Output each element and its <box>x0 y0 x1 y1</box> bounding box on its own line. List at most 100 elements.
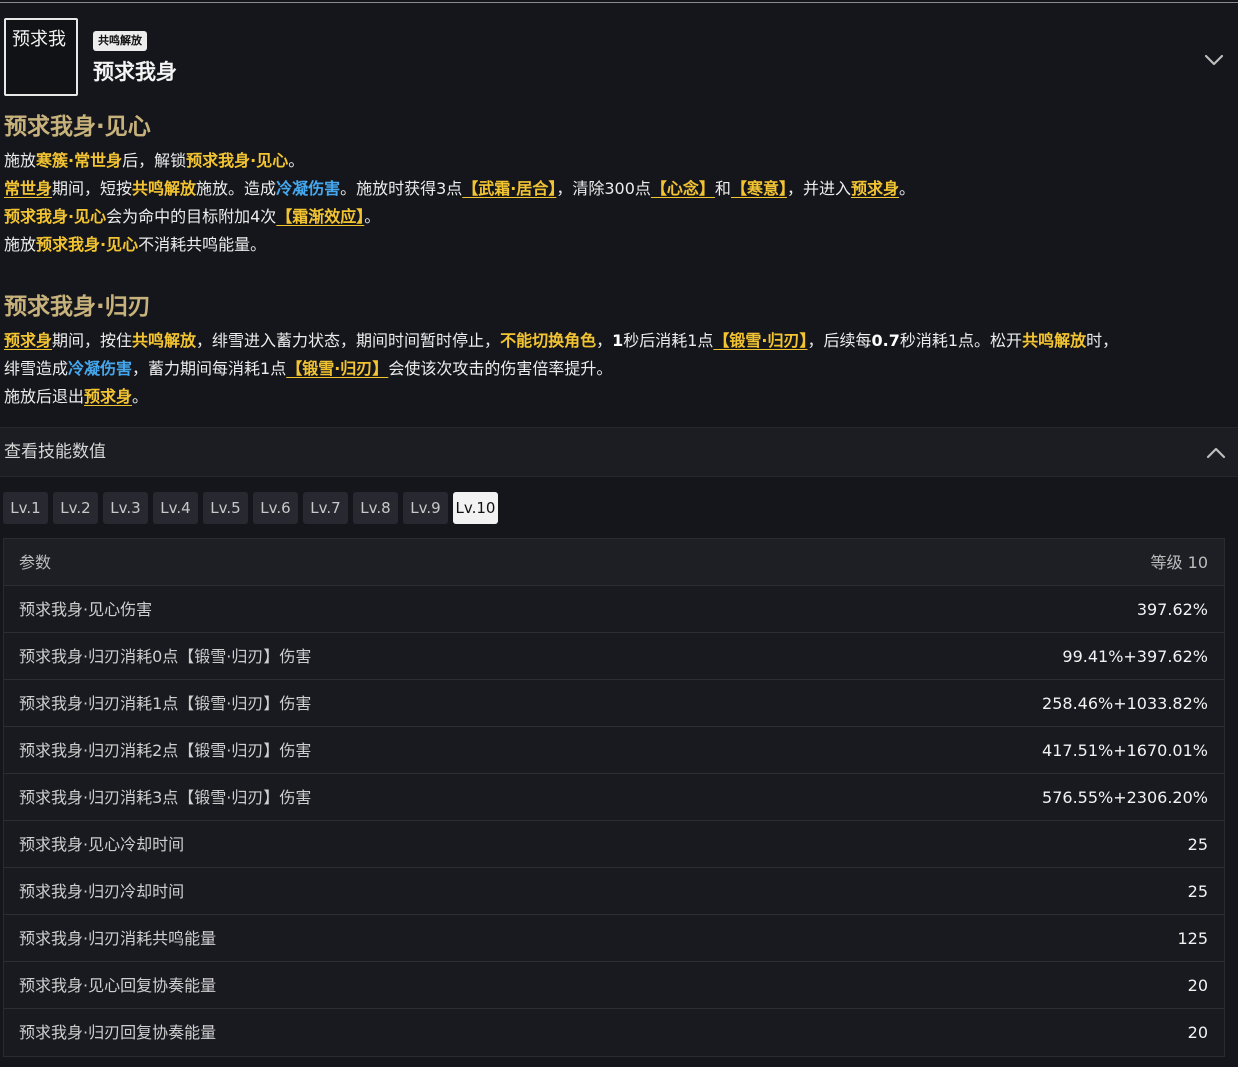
row-name: 预求我身·归刃消耗3点【锻雪·归刃】伤害 <box>19 788 312 807</box>
desc-text: 施放。造成 <box>196 179 277 198</box>
desc-text: 。 <box>364 207 381 226</box>
table-row: 预求我身·见心回复协奏能量 20 <box>4 962 1224 1009</box>
keyword-link[interactable]: 【锻雪·归刃】 <box>713 331 807 350</box>
keyword-link[interactable]: 【心念】 <box>651 179 715 198</box>
highlight-text: 预求我身·见心 <box>186 151 289 170</box>
highlight-text: 冷凝伤害 <box>276 179 341 198</box>
level-tab[interactable]: Lv.3 <box>103 492 148 524</box>
level-tab[interactable]: Lv.4 <box>153 492 198 524</box>
table-row: 预求我身·归刃消耗共鸣能量 125 <box>4 915 1224 962</box>
highlight-text: 共鸣解放 <box>1022 331 1087 350</box>
row-name: 预求我身·见心回复协奏能量 <box>19 976 217 995</box>
keyword-link[interactable]: 预求身 <box>851 179 899 198</box>
row-value: 20 <box>1187 1023 1208 1042</box>
level-tab[interactable]: Lv.7 <box>303 492 348 524</box>
highlight-text: 不能切换角色 <box>500 331 597 350</box>
desc-text: ，绯雪进入蓄力状态，期间时间暂时停止， <box>196 331 501 350</box>
row-name: 预求我身·归刃冷却时间 <box>19 882 185 901</box>
desc-text: 施放 <box>4 151 37 170</box>
level-tab[interactable]: Lv.2 <box>53 492 98 524</box>
skill-icon-image: 预求我 <box>4 18 78 96</box>
row-name: 预求我身·见心冷却时间 <box>19 835 185 854</box>
row-value: 20 <box>1187 976 1208 995</box>
row-value: 125 <box>1177 929 1208 948</box>
keyword-link[interactable]: 常世身 <box>4 179 52 198</box>
desc-text: ，蓄力期间每消耗1点 <box>132 359 287 378</box>
param-header: 参数 <box>19 553 52 572</box>
desc-text: 会使该次攻击的伤害倍率提升。 <box>388 359 613 378</box>
highlight-text: 寒簇·常世身 <box>36 151 123 170</box>
desc-text: ，并进入 <box>786 179 851 198</box>
skill-values-table: 参数 等级 10 预求我身·见心伤害 397.62% 预求我身·归刃消耗0点【锻… <box>3 538 1225 1057</box>
row-value: 397.62% <box>1136 600 1208 619</box>
desc-text: ，清除300点 <box>556 179 651 198</box>
desc-text: 和 <box>714 179 731 198</box>
level-tab[interactable]: Lv.8 <box>353 492 398 524</box>
level-tab[interactable]: Lv.1 <box>3 492 48 524</box>
keyword-link[interactable]: 【霜渐效应】 <box>276 207 364 226</box>
keyword-link[interactable]: 预求身 <box>4 331 52 350</box>
table-row: 预求我身·归刃消耗1点【锻雪·归刃】伤害 258.46%+1033.82% <box>4 680 1224 727</box>
row-name: 预求我身·归刃回复协奏能量 <box>19 1023 217 1042</box>
row-name: 预求我身·归刃消耗2点【锻雪·归刃】伤害 <box>19 741 312 760</box>
desc-line: 常世身期间，短按共鸣解放施放。造成冷凝伤害。施放时获得3点【武霜·居合】，清除3… <box>4 175 915 203</box>
desc-text: 。施放时获得3点 <box>340 179 463 198</box>
desc-text: 后，解锁 <box>122 151 187 170</box>
table-row: 预求我身·归刃消耗3点【锻雪·归刃】伤害 576.55%+2306.20% <box>4 774 1224 821</box>
skill-values-toggle[interactable]: 查看技能数值 <box>0 427 1238 477</box>
highlight-text: 共鸣解放 <box>132 179 197 198</box>
table-header-row: 参数 等级 10 <box>4 539 1224 586</box>
desc-text: 。 <box>898 179 915 198</box>
row-value: 99.41%+397.62% <box>1062 647 1208 666</box>
highlight-text: 共鸣解放 <box>132 331 197 350</box>
skill-type-badge: 共鸣解放 <box>93 31 147 51</box>
section-title-jianxin: 预求我身·见心 <box>4 114 151 140</box>
desc-text: 秒后消耗1点 <box>623 331 714 350</box>
keyword-link[interactable]: 【锻雪·归刃】 <box>286 359 388 378</box>
desc-line: 施放寒簇·常世身后，解锁预求我身·见心。 <box>4 147 304 175</box>
desc-text: ， <box>596 331 613 350</box>
keyword-link[interactable]: 预求身 <box>84 387 132 406</box>
row-name: 预求我身·归刃消耗1点【锻雪·归刃】伤害 <box>19 694 312 713</box>
desc-text: 不消耗共鸣能量。 <box>138 235 267 254</box>
level-tab[interactable]: Lv.6 <box>253 492 298 524</box>
row-value: 258.46%+1033.82% <box>1042 694 1208 713</box>
desc-line: 预求身期间，按住共鸣解放，绯雪进入蓄力状态，期间时间暂时停止，不能切换角色，1秒… <box>4 327 1118 355</box>
desc-text: 绯雪造成 <box>4 359 69 378</box>
table-row: 预求我身·归刃冷却时间 25 <box>4 868 1224 915</box>
row-value: 25 <box>1187 882 1208 901</box>
desc-text: 施放 <box>4 235 37 254</box>
row-name: 预求我身·归刃消耗0点【锻雪·归刃】伤害 <box>19 647 312 666</box>
desc-text: 秒消耗1点。松开 <box>899 331 1023 350</box>
keyword-link[interactable]: 【寒意】 <box>731 179 787 198</box>
row-name: 预求我身·见心伤害 <box>19 600 153 619</box>
desc-line: 施放后退出预求身。 <box>4 383 148 411</box>
skill-icon-alt-text: 预求我 <box>12 29 66 50</box>
desc-text: 期间，短按 <box>52 179 133 198</box>
chevron-down-icon[interactable] <box>1201 48 1227 72</box>
desc-text: 时， <box>1086 331 1119 350</box>
desc-text: 期间，按住 <box>52 331 133 350</box>
desc-text: 会为命中的目标附加4次 <box>106 207 277 226</box>
row-value: 25 <box>1187 835 1208 854</box>
table-row: 预求我身·见心冷却时间 25 <box>4 821 1224 868</box>
table-row: 预求我身·归刃消耗0点【锻雪·归刃】伤害 99.41%+397.62% <box>4 633 1224 680</box>
level-tab[interactable]: Lv.10 <box>453 492 498 524</box>
highlight-text: 预求我身·见心 <box>36 235 139 254</box>
desc-text: 。 <box>288 151 305 170</box>
row-value: 576.55%+2306.20% <box>1042 788 1208 807</box>
chevron-up-icon[interactable] <box>1203 442 1229 464</box>
skill-header[interactable]: 预求我 共鸣解放 预求我身 <box>0 3 1238 103</box>
keyword-link[interactable]: 【武霜·居合】 <box>462 179 556 198</box>
desc-text: ，后续每 <box>807 331 872 350</box>
table-row: 预求我身·归刃回复协奏能量 20 <box>4 1009 1224 1056</box>
level-tab[interactable]: Lv.5 <box>203 492 248 524</box>
highlight-text: 预求我身·见心 <box>4 207 107 226</box>
skill-values-label: 查看技能数值 <box>4 442 106 462</box>
desc-text: 。 <box>132 387 149 406</box>
highlight-text: 0.7 <box>871 331 900 350</box>
desc-line: 预求我身·见心会为命中的目标附加4次【霜渐效应】。 <box>4 203 380 231</box>
level-tab[interactable]: Lv.9 <box>403 492 448 524</box>
level-header: 等级 10 <box>1150 553 1208 572</box>
desc-line: 施放预求我身·见心不消耗共鸣能量。 <box>4 231 266 259</box>
